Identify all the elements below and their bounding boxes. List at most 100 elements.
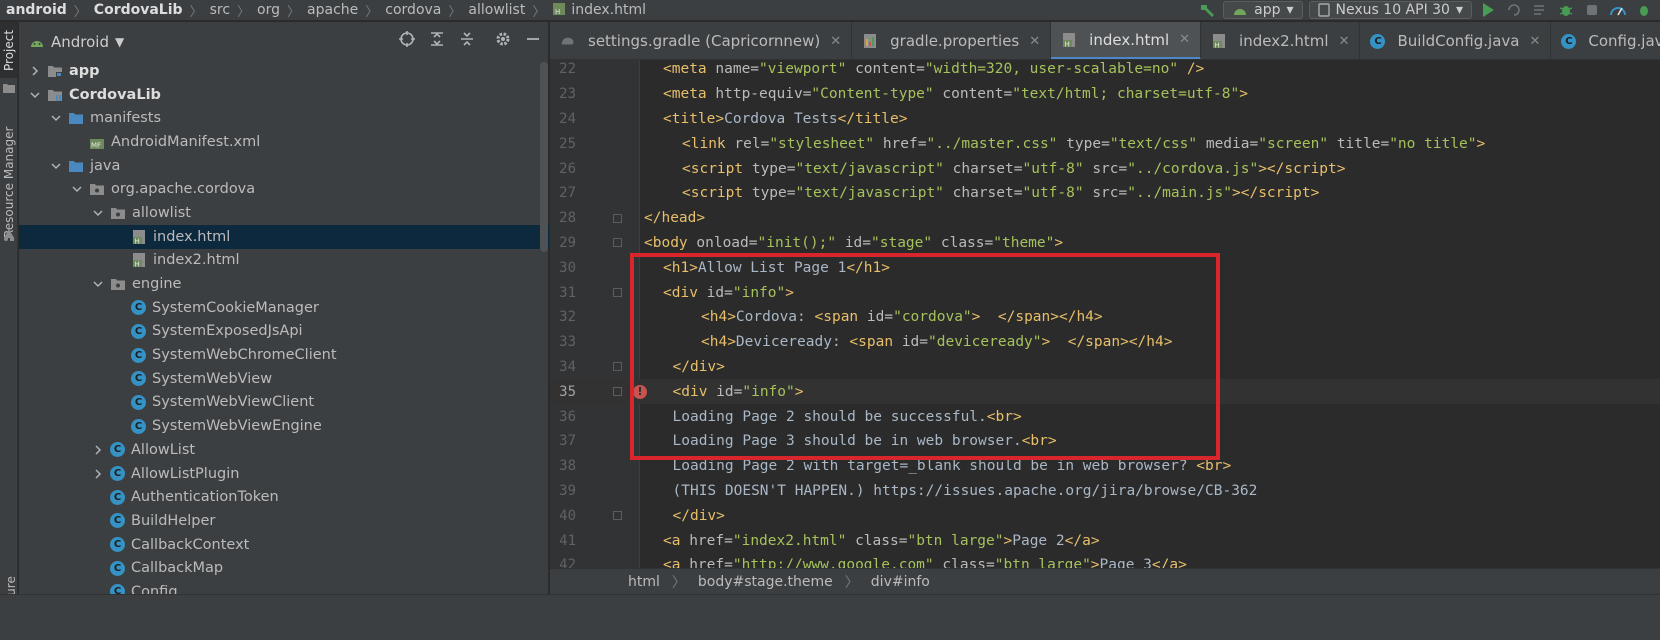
run-configuration-select[interactable]: app ▾ [1223, 1, 1303, 19]
locate-file-icon[interactable] [398, 30, 416, 52]
close-icon[interactable]: ✕ [830, 34, 841, 49]
code-line[interactable]: 23 <meta http-equiv="Content-type" conten… [550, 82, 1660, 107]
breadcrumb-item[interactable]: src [210, 2, 230, 18]
chevron-right-icon[interactable] [92, 444, 104, 456]
code-line[interactable]: 26 <script type="text/javascript" charset… [550, 156, 1660, 181]
close-icon[interactable]: ✕ [1179, 32, 1190, 47]
editor-tab[interactable]: C BuildConfig.java ✕ [1360, 22, 1552, 59]
code-line[interactable]: 32 <h4>Cordova: <span id="cordova"> </spa… [550, 305, 1660, 330]
tree-item[interactable]: org.apache.cordova [19, 177, 549, 201]
tree-item[interactable]: C AllowList [19, 438, 549, 462]
breadcrumb-item[interactable]: cordova [385, 2, 441, 18]
apply-changes-icon[interactable] [1504, 0, 1524, 20]
tree-item[interactable]: MF AndroidManifest.xml [19, 130, 549, 154]
tree-item[interactable]: C SystemCookieManager [19, 296, 549, 320]
chevron-down-icon[interactable] [92, 207, 104, 219]
breadcrumb-item[interactable]: allowlist [468, 2, 525, 18]
breadcrumb-item[interactable]: org [257, 2, 280, 18]
chevron-down-icon[interactable] [29, 89, 41, 101]
code-line[interactable]: 39 (THIS DOESN'T HAPPEN.) https://issues.… [550, 479, 1660, 504]
code-line[interactable]: 41 <a href="index2.html" class="btn large… [550, 528, 1660, 553]
chevron-down-icon[interactable] [92, 278, 104, 290]
code-line[interactable]: 38 Loading Page 2 with target=_blank shou… [550, 454, 1660, 479]
code-line[interactable]: 37 Loading Page 3 should be in web browse… [550, 429, 1660, 454]
editor-breadcrumb-item[interactable]: div#info [871, 574, 930, 590]
tree-item[interactable]: C SystemWebViewClient [19, 391, 549, 415]
profiler-icon[interactable] [1608, 0, 1628, 20]
code-line[interactable]: 40 </div> [550, 503, 1660, 528]
project-scrollbar[interactable] [540, 62, 548, 252]
code-line[interactable]: 30 <h1>Allow List Page 1</h1> [550, 255, 1660, 280]
editor-breadcrumb-item[interactable]: body#stage.theme [698, 574, 833, 590]
project-tool-tab[interactable]: Project [0, 22, 18, 78]
tree-item[interactable]: manifests [19, 106, 549, 130]
editor-tab[interactable]: gradle.properties ✕ [852, 22, 1052, 59]
code-line[interactable]: 25 <link rel="stylesheet" href="../master… [550, 131, 1660, 156]
fold-marker-icon[interactable] [613, 288, 622, 298]
tree-item[interactable]: java [19, 154, 549, 178]
code-line[interactable]: 34 </div> [550, 355, 1660, 380]
close-icon[interactable]: ✕ [1029, 34, 1040, 49]
code-line[interactable]: 22 <meta name="viewport" content="width=3… [550, 60, 1660, 82]
tree-item[interactable]: CordovaLib [19, 83, 549, 107]
breadcrumb-item[interactable]: CordovaLib [94, 2, 183, 18]
chevron-down-icon[interactable] [71, 183, 83, 195]
code-line[interactable]: 29 <body onload="init();" id="stage" clas… [550, 231, 1660, 256]
tree-item[interactable]: app [19, 59, 549, 83]
editor-tab[interactable]: CConfig.java✕ [1551, 22, 1660, 59]
fold-marker-icon[interactable] [613, 362, 622, 372]
tree-item[interactable]: Hindex.html [19, 224, 549, 249]
editor-scrollbar[interactable] [1646, 60, 1658, 568]
tree-item[interactable]: Hindex2.html [19, 249, 549, 273]
fold-marker-icon[interactable] [613, 511, 622, 521]
tree-item[interactable]: C AuthenticationToken [19, 485, 549, 509]
fold-marker-icon[interactable] [613, 213, 622, 223]
project-view-select[interactable]: Android ▼ [29, 33, 124, 51]
gear-icon[interactable] [494, 30, 512, 52]
breadcrumb-item[interactable]: apache [307, 2, 358, 18]
tree-item[interactable]: C CallbackMap [19, 556, 549, 580]
close-icon[interactable]: ✕ [1339, 34, 1350, 49]
tree-item[interactable]: engine [19, 272, 549, 296]
code-line[interactable]: 35! <div id="info"> [550, 379, 1660, 405]
debug-icon[interactable] [1556, 0, 1576, 20]
tree-item[interactable]: C CallbackContext [19, 533, 549, 557]
tree-item[interactable]: C BuildHelper [19, 509, 549, 533]
code-line[interactable]: 31 <div id="info"> [550, 280, 1660, 305]
chevron-right-icon[interactable] [29, 65, 41, 77]
code-line[interactable]: 42 <a href="http://www.google.com" class=… [550, 553, 1660, 568]
fold-marker-icon[interactable] [613, 387, 622, 397]
editor-tab[interactable]: Hindex2.html ✕ [1201, 22, 1361, 59]
tree-item[interactable]: allowlist [19, 201, 549, 225]
breadcrumb-item-file[interactable]: Hindex.html [552, 2, 646, 18]
tree-item[interactable]: C SystemExposedJsApi [19, 320, 549, 344]
tree-item[interactable]: C SystemWebChromeClient [19, 343, 549, 367]
tree-item[interactable]: C AllowListPlugin [19, 462, 549, 486]
code-editor[interactable]: 22 <meta name="viewport" content="width=3… [550, 60, 1660, 568]
attach-app-icon[interactable] [1634, 0, 1654, 20]
code-line[interactable]: 27 <script type="text/javascript" charset… [550, 181, 1660, 206]
apply-code-changes-icon[interactable] [1530, 0, 1550, 20]
editor-tab[interactable]: Hindex.html ✕ [1051, 22, 1202, 59]
tree-item[interactable]: C SystemWebViewEngine [19, 414, 549, 438]
editor-breadcrumb-item[interactable]: html [628, 574, 660, 590]
expand-all-icon[interactable] [428, 30, 446, 52]
collapse-all-icon[interactable] [458, 30, 476, 52]
breadcrumb-item[interactable]: android [6, 2, 67, 18]
hammer-icon[interactable] [1197, 0, 1217, 20]
fold-marker-icon[interactable] [613, 238, 622, 248]
code-line[interactable]: 33 <h4>Deviceready: <span id="deviceready… [550, 330, 1660, 355]
hide-panel-icon[interactable] [524, 30, 542, 52]
editor-tab[interactable]: settings.gradle (Capricornnew) ✕ [550, 22, 853, 59]
run-icon[interactable] [1478, 0, 1498, 20]
close-icon[interactable]: ✕ [1529, 34, 1540, 49]
error-icon[interactable]: ! [633, 384, 647, 399]
chevron-down-icon[interactable] [50, 160, 62, 172]
chevron-down-icon[interactable] [50, 112, 62, 124]
code-line[interactable]: 28 </head> [550, 206, 1660, 231]
tree-item[interactable]: C SystemWebView [19, 367, 549, 391]
chevron-right-icon[interactable] [92, 468, 104, 480]
attach-debugger-icon[interactable] [1582, 0, 1602, 20]
code-line[interactable]: 24 <title>Cordova Tests</title> [550, 107, 1660, 132]
device-select[interactable]: Nexus 10 API 30 ▾ [1308, 1, 1472, 19]
